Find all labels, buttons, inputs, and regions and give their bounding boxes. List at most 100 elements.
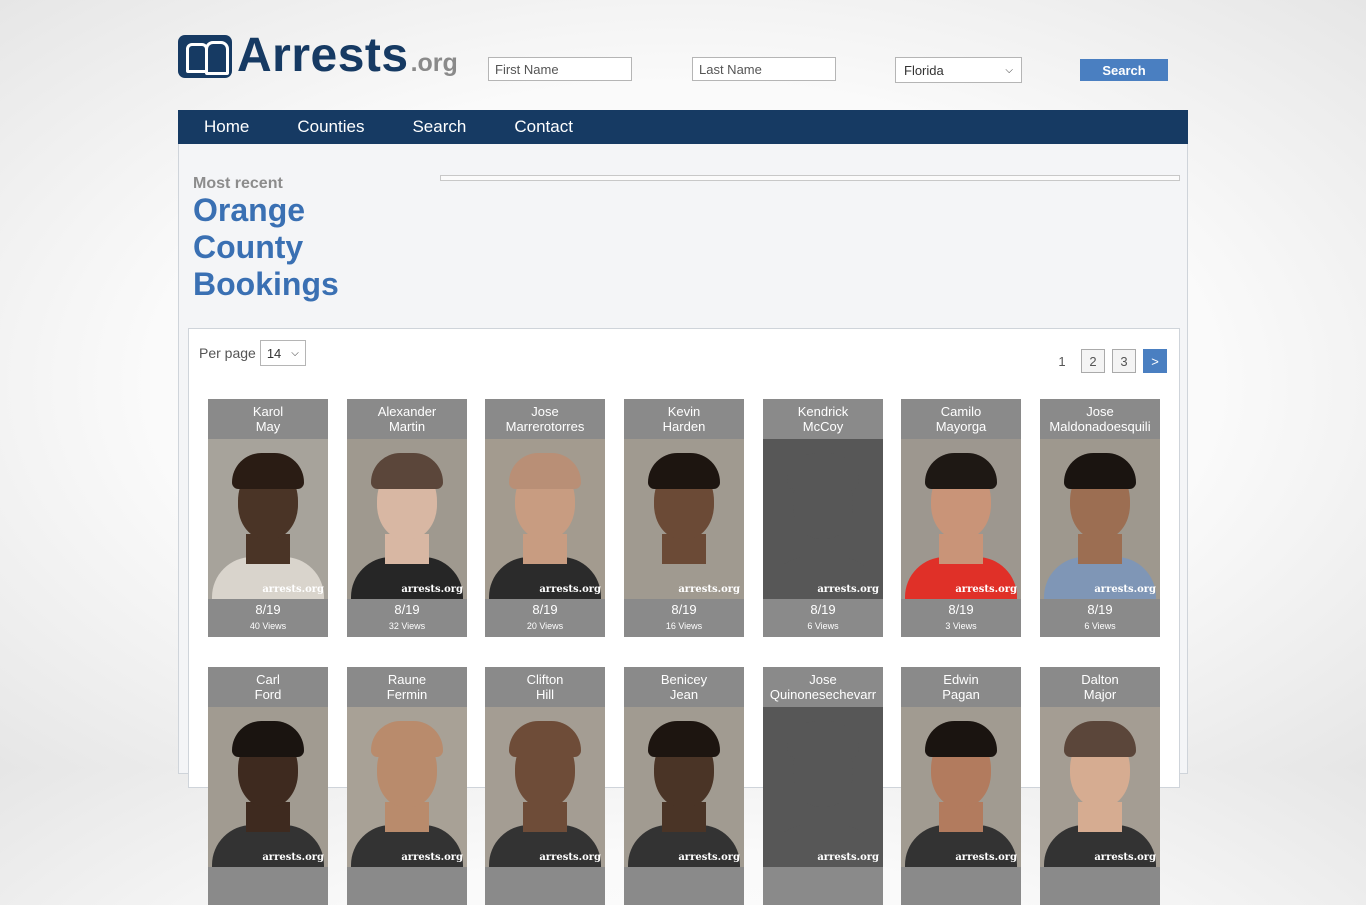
page-2-link[interactable]: 2	[1081, 349, 1105, 373]
watermark: arrests.org	[1094, 852, 1156, 863]
nav-search[interactable]: Search	[412, 117, 466, 137]
booking-name[interactable]: Clifton Hill	[485, 667, 605, 707]
ad-box	[440, 175, 1180, 181]
booking-card[interactable]: Karol May arrests.org 8/19 40 Views	[208, 399, 328, 637]
booking-card[interactable]: Clifton Hill arrests.org	[485, 667, 605, 905]
booking-last-name: Jean	[669, 687, 699, 702]
booking-card[interactable]: Jose Maldonadoesquili arrests.org 8/19 6 Vie…	[1040, 399, 1160, 637]
mugshot-photo[interactable]: arrests.org	[1040, 707, 1160, 867]
state-select[interactable]: Florida ⌵	[895, 57, 1022, 83]
booking-name[interactable]: Alexander Martin	[347, 399, 467, 439]
mugshot-photo[interactable]: arrests.org	[624, 707, 744, 867]
booking-first-name: Jose	[1086, 404, 1114, 419]
booking-last-name: Hill	[535, 687, 555, 702]
mugshot-photo[interactable]: arrests.org	[901, 707, 1021, 867]
watermark: arrests.org	[955, 852, 1017, 863]
search-button[interactable]: Search	[1080, 59, 1168, 81]
mugshot-hair	[648, 721, 720, 757]
booking-first-name: Jose	[809, 672, 837, 687]
booking-first-name: Kevin	[667, 404, 701, 419]
last-name-input[interactable]	[692, 57, 836, 81]
booking-last-name: Pagan	[942, 687, 980, 702]
most-recent-label: Most recent	[193, 175, 283, 192]
state-select-value: Florida	[904, 62, 944, 78]
booking-views: 40 Views	[249, 621, 287, 631]
mugshot-photo[interactable]: arrests.org	[624, 439, 744, 599]
booking-name[interactable]: Jose Marrerotorres	[485, 399, 605, 439]
booking-last-name: Ford	[254, 687, 282, 702]
mugshot-photo[interactable]: arrests.org	[485, 707, 605, 867]
booking-views: 6 Views	[807, 621, 839, 631]
mugshot-photo[interactable]: arrests.org	[347, 707, 467, 867]
handcuffs-icon	[178, 35, 232, 78]
booking-date: 8/19	[532, 602, 558, 617]
booking-first-name: Dalton	[1081, 672, 1119, 687]
booking-card[interactable]: Carl Ford arrests.org	[208, 667, 328, 905]
watermark: arrests.org	[678, 852, 740, 863]
mugshot-photo[interactable]: arrests.org	[347, 439, 467, 599]
per-page-label: Per page	[199, 345, 256, 361]
mugshot-hair	[787, 453, 859, 489]
booking-card[interactable]: Kendrick McCoy arrests.org 8/19 6 Views	[763, 399, 883, 637]
booking-name[interactable]: Jose Quinonesechevarr	[763, 667, 883, 707]
booking-last-name: Maldonadoesquili	[1049, 419, 1151, 434]
mugshot-photo[interactable]: arrests.org	[485, 439, 605, 599]
booking-views: 16 Views	[665, 621, 703, 631]
booking-name[interactable]: Jose Maldonadoesquili	[1040, 399, 1160, 439]
nav-home[interactable]: Home	[204, 117, 249, 137]
watermark: arrests.org	[1094, 584, 1156, 595]
booking-name[interactable]: Edwin Pagan	[901, 667, 1021, 707]
booking-last-name: Martin	[388, 419, 426, 434]
nav-counties[interactable]: Counties	[297, 117, 364, 137]
booking-card[interactable]: Jose Marrerotorres arrests.org 8/19 20 Views	[485, 399, 605, 637]
per-page-select[interactable]: 14 ⌵	[259, 340, 306, 366]
nav-contact[interactable]: Contact	[514, 117, 573, 137]
per-page-value: 14	[266, 345, 282, 361]
booking-last-name: Marrerotorres	[505, 419, 585, 434]
mugshot-photo[interactable]: arrests.org	[763, 439, 883, 599]
booking-name[interactable]: Karol May	[208, 399, 328, 439]
booking-name[interactable]: Carl Ford	[208, 667, 328, 707]
booking-first-name: Clifton	[526, 672, 564, 687]
page-3-link[interactable]: 3	[1112, 349, 1136, 373]
watermark: arrests.org	[401, 852, 463, 863]
booking-card[interactable]: Raune Fermin arrests.org	[347, 667, 467, 905]
first-name-input[interactable]	[488, 57, 632, 81]
booking-card[interactable]: Dalton Major arrests.org	[1040, 667, 1160, 905]
main-nav: Home Counties Search Contact	[178, 110, 1188, 144]
booking-name[interactable]: Kevin Harden	[624, 399, 744, 439]
booking-card[interactable]: Camilo Mayorga arrests.org 8/19 3 Views	[901, 399, 1021, 637]
pagination: 1 2 3 >	[1043, 349, 1167, 373]
booking-card[interactable]: Alexander Martin arrests.org 8/19 32 Views	[347, 399, 467, 637]
booking-card[interactable]: Benicey Jean arrests.org	[624, 667, 744, 905]
booking-last-name: Quinonesechevarr	[769, 687, 877, 702]
bookings-panel: Per page 14 ⌵ 1 2 3 > Karol May arrests.or…	[188, 328, 1180, 905]
booking-name[interactable]: Benicey Jean	[624, 667, 744, 707]
mugshot-photo[interactable]: arrests.org	[763, 707, 883, 867]
mugshot-hair	[509, 721, 581, 757]
booking-date: 8/19	[394, 602, 420, 617]
watermark: arrests.org	[401, 584, 463, 595]
mugshot-photo[interactable]: arrests.org	[208, 439, 328, 599]
booking-name[interactable]: Kendrick McCoy	[763, 399, 883, 439]
site-logo[interactable]: Arrests .org	[178, 32, 458, 80]
booking-first-name: Camilo	[940, 404, 982, 419]
booking-name[interactable]: Raune Fermin	[347, 667, 467, 707]
booking-name[interactable]: Dalton Major	[1040, 667, 1160, 707]
booking-last-name: Fermin	[386, 687, 428, 702]
booking-last-name: Harden	[662, 419, 706, 434]
booking-views: 6 Views	[1084, 621, 1116, 631]
mugshot-photo[interactable]: arrests.org	[1040, 439, 1160, 599]
booking-card[interactable]: Kevin Harden arrests.org 8/19 16 Views	[624, 399, 744, 637]
booking-card[interactable]: Edwin Pagan arrests.org	[901, 667, 1021, 905]
booking-last-name: May	[255, 419, 281, 434]
next-page-button[interactable]: >	[1143, 349, 1167, 373]
booking-card[interactable]: Jose Quinonesechevarr arrests.org	[763, 667, 883, 905]
mugshot-hair	[371, 721, 443, 757]
booking-first-name: Kendrick	[797, 404, 849, 419]
mugshot-photo[interactable]: arrests.org	[208, 707, 328, 867]
booking-name[interactable]: Camilo Mayorga	[901, 399, 1021, 439]
mugshot-photo[interactable]: arrests.org	[901, 439, 1021, 599]
chevron-down-icon: ⌵	[291, 347, 299, 359]
booking-last-name: Major	[1083, 687, 1117, 702]
